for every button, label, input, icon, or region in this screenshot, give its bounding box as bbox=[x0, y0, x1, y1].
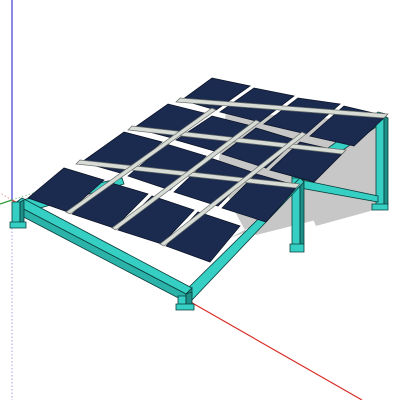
modeling-viewport[interactable] bbox=[0, 0, 400, 400]
red-axis-hidden bbox=[0, 192, 13, 201]
rear-right-leg-side bbox=[383, 115, 389, 207]
front-right-foot bbox=[175, 303, 195, 311]
scene-canvas[interactable] bbox=[0, 0, 400, 400]
rear-left-foot bbox=[289, 243, 305, 253]
front-left-foot bbox=[9, 221, 27, 229]
green-axis bbox=[0, 199, 13, 205]
rear-right-foot bbox=[371, 203, 389, 211]
rear-right-leg bbox=[375, 115, 385, 207]
front-left-leg bbox=[11, 201, 21, 225]
front-left-leg-side bbox=[19, 199, 25, 225]
rear-left-leg-side bbox=[299, 177, 305, 247]
